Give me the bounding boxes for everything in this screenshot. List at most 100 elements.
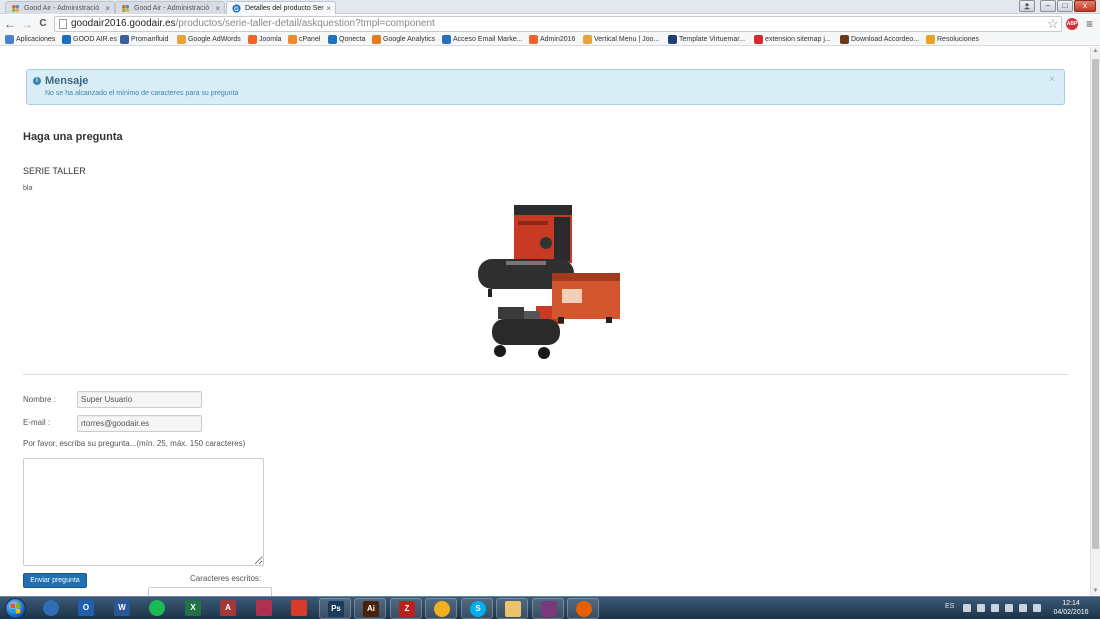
taskbar-clock[interactable]: 12:14 04/02/2016 <box>1051 599 1091 617</box>
language-indicator[interactable]: ES <box>945 603 954 610</box>
taskbar-app-chrome[interactable] <box>425 598 457 619</box>
bookmark-item[interactable]: Qonecta <box>328 34 365 45</box>
taskbar-app-access[interactable]: A <box>212 598 244 619</box>
taskbar-app-word[interactable]: W <box>106 598 138 619</box>
network-icon[interactable] <box>977 604 985 612</box>
tray-expand-icon[interactable] <box>963 604 971 612</box>
taskbar-app-acrobat[interactable] <box>283 598 315 619</box>
user-profile-button[interactable] <box>1019 0 1035 12</box>
tab-close-icon[interactable]: × <box>326 2 331 14</box>
windows-taskbar: ES O W X A Ps Ai Z S <box>0 596 1100 619</box>
adblock-extension-icon[interactable]: ABP <box>1066 18 1078 30</box>
access-icon: A <box>220 600 236 616</box>
bookmark-star-icon[interactable]: ☆ <box>1047 17 1059 31</box>
qonecta-icon <box>328 35 337 44</box>
joomla-icon <box>121 4 130 13</box>
page-scrollbar[interactable]: ▲ ▼ <box>1090 47 1100 596</box>
flag-icon[interactable] <box>1019 604 1027 612</box>
security-icon[interactable] <box>991 604 999 612</box>
bookmark-label: Google AdWords <box>188 36 241 43</box>
printer-icon[interactable] <box>1005 604 1013 612</box>
volume-icon[interactable] <box>1033 604 1041 612</box>
spotify-icon <box>149 600 165 616</box>
bookmark-label: Google Analytics <box>383 36 436 43</box>
start-button[interactable] <box>5 598 26 619</box>
taskbar-app-filezilla[interactable]: Z <box>390 598 422 619</box>
bookmark-label: Resoluciones <box>937 36 980 43</box>
bookmark-item[interactable]: Template Virtuemar... <box>668 34 745 45</box>
bookmark-item[interactable]: Download Accordeo... <box>840 34 919 45</box>
close-window-button[interactable]: x <box>1074 0 1096 12</box>
maximize-button[interactable]: □ <box>1057 0 1073 12</box>
scroll-down-arrow[interactable]: ▼ <box>1091 587 1100 596</box>
scroll-up-arrow[interactable]: ▲ <box>1091 47 1100 56</box>
bookmark-label: Aplicaciones <box>16 36 56 43</box>
taskbar-app-illustrator[interactable]: Ai <box>354 598 386 619</box>
question-textarea[interactable] <box>23 458 264 566</box>
taskbar-app-photoshop[interactable]: Ps <box>319 598 351 619</box>
taskbar-app-outlook[interactable]: O <box>70 598 102 619</box>
bookmark-item[interactable]: extension sitemap j... <box>754 34 831 45</box>
bookmark-item[interactable]: Google Analytics <box>372 34 435 45</box>
taskbar-app-spotify[interactable] <box>141 598 173 619</box>
youtube-icon <box>754 35 763 44</box>
acrobat-icon <box>291 600 307 616</box>
forward-button[interactable]: → <box>20 17 34 31</box>
chars-counter-field <box>148 587 272 596</box>
generator-unit <box>552 273 620 323</box>
windows-logo-icon <box>10 603 21 614</box>
taskbar-app-folder[interactable] <box>496 598 528 619</box>
taskbar-app-firefox[interactable] <box>567 598 599 619</box>
photoshop-icon: Ps <box>328 601 344 617</box>
email-input[interactable] <box>77 415 202 432</box>
bookmark-item[interactable]: Promanfluid <box>120 34 168 45</box>
bookmark-item[interactable]: Aplicaciones <box>5 34 55 45</box>
tab-close-icon[interactable]: × <box>215 2 220 14</box>
name-label: Nombre : <box>23 395 56 404</box>
bookmark-item[interactable]: Acceso Email Marke... <box>442 34 523 45</box>
bookmark-item[interactable]: Google AdWords <box>177 34 241 45</box>
browser-tab-active[interactable]: G Detalles del producto Ser × <box>226 1 336 14</box>
minimize-button[interactable]: – <box>1040 0 1056 12</box>
illustrator-icon: Ai <box>363 601 379 617</box>
firefox-icon <box>576 601 592 617</box>
excel-icon: X <box>185 600 201 616</box>
vertical-menu-icon <box>583 35 592 44</box>
name-input[interactable] <box>77 391 202 408</box>
browser-tab-2[interactable]: Good Air - Administració × <box>115 1 225 14</box>
bookmark-item[interactable]: Resoluciones <box>926 34 979 45</box>
filezilla-icon: Z <box>399 601 415 617</box>
goodair-icon <box>62 35 71 44</box>
joomla-icon <box>248 35 257 44</box>
info-alert: i Mensaje No se ha alcanzado el mínimo d… <box>26 69 1065 105</box>
bookmark-item[interactable]: GOOD AIR.es <box>62 34 117 45</box>
bookmark-item[interactable]: Joomla <box>248 34 282 45</box>
apps-grid-icon <box>5 35 14 44</box>
taskbar-app-excel[interactable]: X <box>177 598 209 619</box>
bookmark-item[interactable]: cPanel <box>288 34 320 45</box>
tab-close-icon[interactable]: × <box>105 2 110 14</box>
sj-icon <box>668 35 677 44</box>
joomla-icon <box>11 4 20 13</box>
question-hint: Por favor, escriba su pregunta...(mín. 2… <box>23 439 246 448</box>
browser-tab-1[interactable]: Good Air - Administració × <box>5 1 115 14</box>
address-bar[interactable]: goodair2016.goodair.es/productos/serie-t… <box>54 16 1062 32</box>
taskbar-app-winrar[interactable] <box>532 598 564 619</box>
tab-title: Good Air - Administració <box>24 5 100 12</box>
bookmark-item[interactable]: Vertical Menu | Joo... <box>583 34 659 45</box>
page-icon <box>59 19 67 29</box>
scroll-thumb[interactable] <box>1092 59 1099 549</box>
alert-close-icon[interactable]: × <box>1049 74 1055 85</box>
back-button[interactable]: ← <box>3 17 17 31</box>
bookmark-item[interactable]: Admin2016 <box>529 34 575 45</box>
download-icon <box>840 35 849 44</box>
reload-button[interactable]: C <box>36 17 50 31</box>
bookmark-label: Admin2016 <box>540 36 576 43</box>
taskbar-app-arcgis[interactable] <box>35 598 67 619</box>
bookmark-label: Template Virtuemar... <box>679 36 746 43</box>
taskbar-app-app[interactable] <box>248 598 280 619</box>
submit-question-button[interactable]: Enviar pregunta <box>23 573 87 588</box>
url-domain: goodair2016.goodair.es <box>71 18 176 29</box>
chrome-menu-icon[interactable]: ≡ <box>1086 17 1093 31</box>
taskbar-app-skype[interactable]: S <box>461 598 493 619</box>
